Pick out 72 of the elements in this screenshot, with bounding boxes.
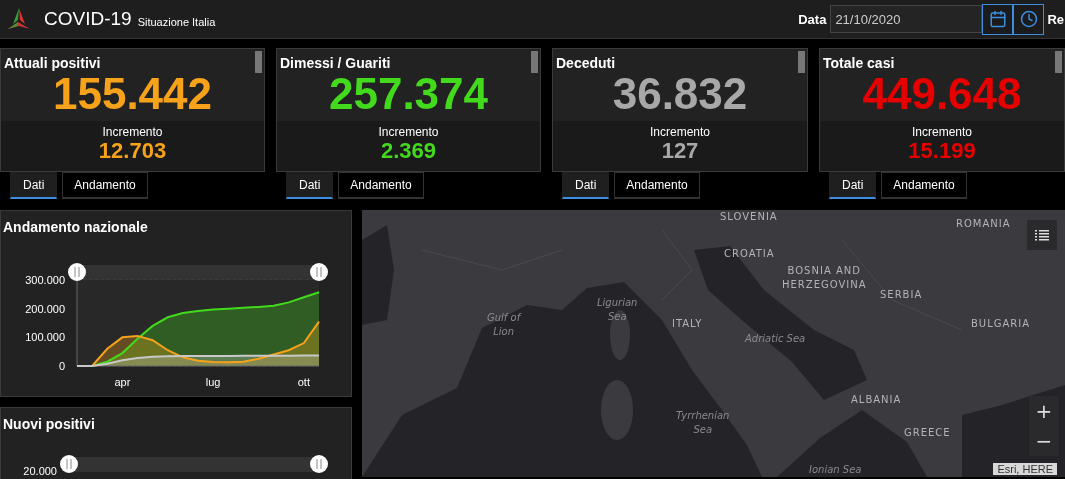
- country-label: CROATIA: [724, 247, 775, 261]
- x-axis-label: apr: [114, 376, 131, 388]
- sea-label: Ionian Sea: [809, 463, 862, 477]
- sea-label: Gulf of Lion: [487, 311, 521, 339]
- country-label: ROMANIA: [956, 217, 1011, 231]
- app-title: COVID-19: [44, 8, 132, 30]
- list-icon: [1035, 228, 1049, 242]
- view-tab[interactable]: Andamento: [62, 172, 148, 199]
- view-tab[interactable]: Dati: [562, 172, 610, 199]
- view-tab[interactable]: Dati: [10, 172, 58, 199]
- legend-button[interactable]: [1027, 220, 1057, 250]
- scroll-thumb[interactable]: [798, 51, 805, 73]
- clock-button[interactable]: [1013, 3, 1045, 35]
- increment-label: Incremento: [912, 125, 972, 139]
- view-tab[interactable]: Dati: [286, 172, 334, 199]
- scroll-thumb[interactable]: [531, 51, 538, 73]
- date-label: Data: [798, 11, 827, 27]
- increment-value: 12.703: [98, 139, 167, 163]
- country-label: SERBIA: [880, 288, 923, 302]
- country-label: BULGARIA: [971, 317, 1031, 331]
- clock-icon: [1019, 10, 1038, 28]
- increment-value: 2.369: [380, 139, 437, 163]
- map[interactable]: SLOVENIA ROMANIA CROATIA BOSNIA AND HERZEGOVINA SERBIA Gulf of Lion Ligurian Sea ITALY Adriatic Sea BULGARIA ALBANIA Tyrrhenian Sea GREECE Ionian Sea + − Esri, HERE: [362, 210, 1065, 477]
- view-tab[interactable]: Andamento: [614, 172, 700, 199]
- logo-icon: [6, 7, 32, 31]
- x-axis-label: ott: [297, 376, 310, 388]
- increment-value: 127: [661, 139, 699, 163]
- country-label: ALBANIA: [851, 393, 902, 407]
- stat-value: 257.374: [328, 71, 489, 117]
- panel-title: Andamento nazionale: [2, 218, 148, 235]
- map-attribution: Esri, HERE: [993, 463, 1057, 475]
- panel-title: Nuovi positivi: [2, 415, 95, 432]
- country-label: SLOVENIA: [720, 210, 778, 224]
- date-field[interactable]: 21/10/2020: [830, 5, 983, 33]
- calendar-icon: [988, 10, 1007, 28]
- y-axis-label: 100.000: [25, 331, 65, 344]
- card-title: Attuali positivi: [3, 54, 101, 71]
- slider-handle[interactable]: [68, 263, 86, 281]
- stat-value: 155.442: [52, 71, 213, 117]
- y-axis-label: 300.000: [25, 274, 65, 286]
- header-label: Re: [1047, 11, 1064, 27]
- slider-handle[interactable]: [310, 455, 328, 473]
- zoom-in-button[interactable]: +: [1029, 396, 1059, 426]
- country-label: BOSNIA AND HERZEGOVINA: [782, 264, 867, 292]
- view-tab[interactable]: Andamento: [881, 172, 967, 199]
- view-tab[interactable]: Dati: [829, 172, 877, 199]
- sea-label: Tyrrhenian Sea: [676, 409, 730, 437]
- y-axis-label: 20.000: [23, 465, 57, 477]
- y-axis-label: 0: [58, 360, 65, 372]
- country-label: ITALY: [672, 317, 703, 331]
- scroll-thumb[interactable]: [1055, 51, 1062, 73]
- view-tab[interactable]: Andamento: [338, 172, 424, 199]
- card-title: Dimessi / Guariti: [279, 54, 391, 71]
- y-axis-label: 200.000: [25, 302, 65, 315]
- scroll-thumb[interactable]: [255, 51, 262, 73]
- increment-label: Incremento: [378, 125, 439, 139]
- increment-label: Incremento: [650, 125, 710, 139]
- x-axis-label: lug: [205, 376, 221, 388]
- increment-label: Incremento: [102, 125, 163, 139]
- increment-value: 15.199: [908, 139, 976, 163]
- calendar-button[interactable]: [982, 3, 1014, 35]
- card-title: Totale casi: [822, 54, 895, 71]
- slider-handle[interactable]: [310, 263, 328, 281]
- sea-label: Adriatic Sea: [745, 332, 806, 346]
- slider-handle[interactable]: [60, 455, 78, 473]
- sea-label: Ligurian Sea: [597, 296, 638, 324]
- card-title: Deceduti: [555, 54, 616, 71]
- stat-value: 449.648: [862, 71, 1022, 117]
- country-label: GREECE: [904, 426, 951, 440]
- zoom-out-button[interactable]: −: [1029, 426, 1059, 456]
- app-subtitle: Situazione Italia: [137, 16, 216, 28]
- stat-value: 36.832: [612, 71, 748, 117]
